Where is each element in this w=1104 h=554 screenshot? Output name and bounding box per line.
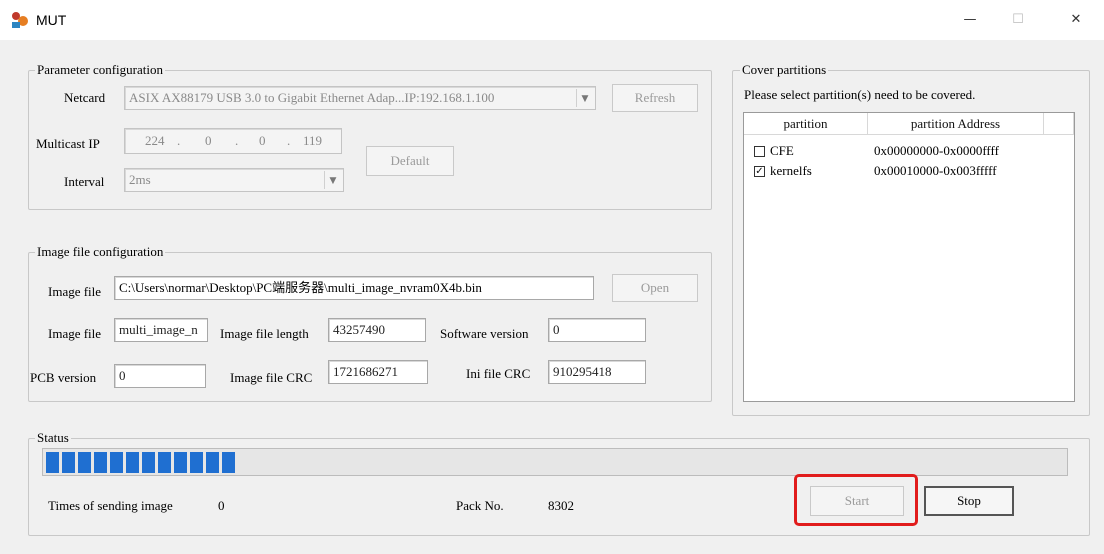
image-file-length-field[interactable]: 43257490 xyxy=(328,318,426,342)
pcb-version-field[interactable]: 0 xyxy=(114,364,206,388)
start-button[interactable]: Start xyxy=(810,486,904,516)
window-title: MUT xyxy=(36,12,67,28)
chevron-down-icon: ▼ xyxy=(324,171,341,189)
progress-segment xyxy=(142,452,155,473)
ip-octet-2: 0 xyxy=(205,133,212,148)
interval-select[interactable]: 2ms ▼ xyxy=(124,168,344,192)
image-file-crc-label: Image file CRC xyxy=(230,370,313,385)
maximize-button[interactable]: ☐ xyxy=(996,6,1040,34)
close-button[interactable]: ✕ xyxy=(1054,6,1098,34)
cover-partitions-legend: Cover partitions xyxy=(740,62,829,78)
progress-segment xyxy=(126,452,139,473)
close-icon: ✕ xyxy=(1070,12,1082,27)
list-item[interactable]: ✓ kernelfs 0x00010000-0x003fffff xyxy=(754,163,1064,181)
stop-button[interactable]: Stop xyxy=(924,486,1014,516)
progress-segment xyxy=(190,452,203,473)
checkbox-kernelfs[interactable]: ✓ xyxy=(754,166,765,177)
image-file-crc-field[interactable]: 1721686271 xyxy=(328,360,428,384)
pack-no-label: Pack No. xyxy=(456,498,504,513)
parameter-config-legend: Parameter configuration xyxy=(35,62,165,78)
checkbox-cfe[interactable] xyxy=(754,146,765,157)
progress-bar xyxy=(42,448,1068,476)
ip-dot: . xyxy=(235,133,239,148)
partition-address: 0x00010000-0x003fffff xyxy=(874,163,997,178)
partition-address: 0x00000000-0x0000ffff xyxy=(874,143,999,158)
ini-file-crc-field[interactable]: 910295418 xyxy=(548,360,646,384)
progress-segment xyxy=(110,452,123,473)
status-legend: Status xyxy=(35,430,71,446)
progress-segment xyxy=(158,452,171,473)
times-sending-value: 0 xyxy=(218,498,225,513)
image-file-path-field[interactable]: C:\Users\normar\Desktop\PC端服务器\multi_ima… xyxy=(114,276,594,300)
times-sending-label: Times of sending image xyxy=(48,498,173,513)
software-version-label: Software version xyxy=(440,326,529,341)
maximize-icon: ☐ xyxy=(1012,12,1024,27)
software-version-field[interactable]: 0 xyxy=(548,318,646,342)
list-item[interactable]: CFE 0x00000000-0x0000ffff xyxy=(754,143,1064,161)
column-header-partition[interactable]: partition xyxy=(744,113,868,135)
ip-octet-4: 119 xyxy=(303,133,323,148)
title-bar: MUT — ☐ ✕ xyxy=(0,0,1104,40)
netcard-value: ASIX AX88179 USB 3.0 to Gigabit Ethernet… xyxy=(129,90,495,105)
image-file-name-field[interactable]: multi_image_n xyxy=(114,318,208,342)
image-config-legend: Image file configuration xyxy=(35,244,166,260)
netcard-label: Netcard xyxy=(64,90,106,105)
chevron-down-icon: ▼ xyxy=(576,89,593,107)
partition-name: CFE xyxy=(770,143,794,158)
minimize-button[interactable]: — xyxy=(948,6,992,34)
ip-octet-3: 0 xyxy=(259,133,266,148)
progress-segment xyxy=(174,452,187,473)
image-file-length-label: Image file length xyxy=(220,326,309,341)
partition-list[interactable]: partition partition Address CFE 0x000000… xyxy=(743,112,1075,402)
pack-no-value: 8302 xyxy=(548,498,574,513)
progress-segment xyxy=(206,452,219,473)
multicast-ip-label: Multicast IP xyxy=(36,136,100,151)
minimize-icon: — xyxy=(963,12,977,27)
refresh-button[interactable]: Refresh xyxy=(612,84,698,112)
progress-segment xyxy=(62,452,75,473)
ini-file-crc-label: Ini file CRC xyxy=(466,366,531,381)
column-header-address[interactable]: partition Address xyxy=(868,113,1044,135)
netcard-select[interactable]: ASIX AX88179 USB 3.0 to Gigabit Ethernet… xyxy=(124,86,596,110)
progress-segment xyxy=(78,452,91,473)
progress-segment xyxy=(222,452,235,473)
image-file-name-label: Image file xyxy=(48,326,102,341)
progress-segment xyxy=(46,452,59,473)
column-header-filler xyxy=(1044,113,1074,135)
cover-partitions-prompt: Please select partition(s) need to be co… xyxy=(744,87,976,102)
app-icon xyxy=(12,12,28,28)
ip-dot: . xyxy=(177,133,181,148)
image-file-label: Image file xyxy=(48,284,102,299)
ip-dot: . xyxy=(287,133,291,148)
ip-octet-1: 224 xyxy=(145,133,165,148)
multicast-ip-field[interactable]: 224 . 0 . 0 . 119 xyxy=(124,128,342,154)
progress-segment xyxy=(94,452,107,473)
open-button[interactable]: Open xyxy=(612,274,698,302)
pcb-version-label: PCB version xyxy=(30,370,97,385)
partition-name: kernelfs xyxy=(770,163,812,178)
interval-label: Interval xyxy=(64,174,105,189)
check-icon: ✓ xyxy=(755,166,764,177)
interval-value: 2ms xyxy=(129,172,151,187)
default-button[interactable]: Default xyxy=(366,146,454,176)
